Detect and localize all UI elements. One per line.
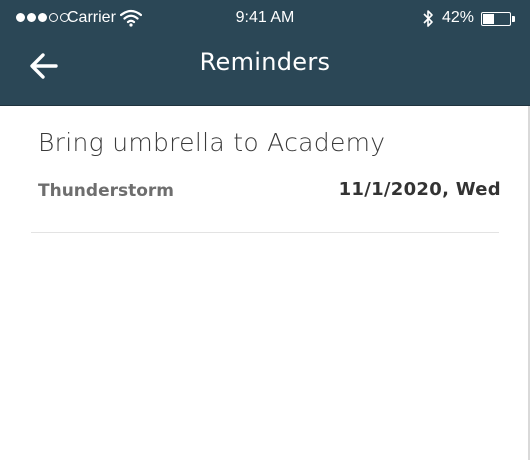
reminder-condition: Thunderstorm [38,181,175,201]
battery-tip [512,16,515,22]
page-title: Reminders [199,48,331,76]
status-bar: Carrier 9:41 AM 42% [0,0,530,38]
battery-icon [481,12,511,26]
reminder-title: Bring umbrella to Academy [38,128,386,157]
app-header: Carrier 9:41 AM 42% Reminders [0,0,530,106]
list-divider [31,232,499,233]
battery-percent: 42% [442,9,475,26]
reminder-date: 11/1/2020, Wed [338,179,501,200]
battery-level [483,14,494,24]
bluetooth-icon [423,10,433,27]
